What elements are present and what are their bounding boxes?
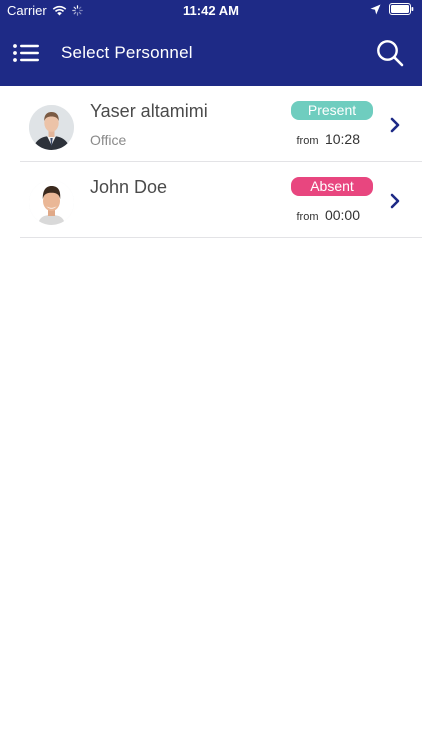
from-time: 00:00 [324, 207, 360, 223]
chevron-right-icon[interactable] [389, 193, 401, 209]
location-arrow-icon [370, 4, 381, 14]
from-label: from [296, 135, 319, 147]
personnel-row-john[interactable]: John Doe Absent from 00:00 [0, 162, 422, 238]
from-time-line: from 00:00 [297, 207, 361, 225]
personnel-location: Office [90, 132, 127, 148]
menu-list-icon[interactable] [12, 40, 40, 66]
battery-icon [389, 3, 414, 15]
chevron-right-icon[interactable] [389, 117, 401, 133]
avatar [29, 105, 74, 150]
from-time: 10:28 [324, 131, 360, 147]
status-bar: Carrier 11:42 AM [0, 0, 422, 20]
from-time-line: from 10:28 [297, 131, 361, 149]
row-divider [20, 237, 422, 238]
avatar [29, 180, 74, 225]
status-time: 11:42 AM [183, 3, 239, 18]
avatar-portrait-icon [29, 105, 74, 150]
page-title: Select Personnel [61, 43, 193, 62]
personnel-name: John Doe [90, 177, 168, 197]
navigation-bar: Select Personnel [0, 20, 422, 86]
avatar-portrait-icon [29, 180, 74, 225]
status-badge-present: Present [291, 101, 373, 120]
personnel-row-yaser[interactable]: Yaser altamimi Office Present from 10:28 [0, 86, 422, 162]
status-badge-absent: Absent [291, 177, 373, 196]
from-label: from [296, 211, 319, 223]
personnel-list: Yaser altamimi Office Present from 10:28… [0, 86, 422, 238]
personnel-name: Yaser altamimi [90, 101, 208, 121]
search-icon[interactable] [376, 39, 404, 67]
status-right-icons [370, 3, 414, 15]
